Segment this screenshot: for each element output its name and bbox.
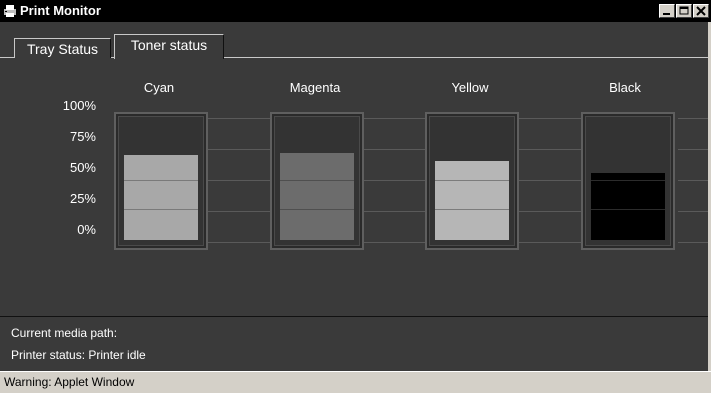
- scale-label-0: 0%: [77, 222, 96, 237]
- minimize-icon: [663, 13, 670, 15]
- toner-segment-line: [124, 209, 198, 210]
- minimize-button[interactable]: [659, 4, 675, 18]
- tab-toner-status[interactable]: Toner status: [114, 34, 224, 59]
- toner-cartridge-black: [581, 112, 675, 250]
- toner-label-black: Black: [609, 80, 641, 95]
- applet-warning-text: Warning: Applet Window: [4, 375, 135, 389]
- applet-warning-bar: Warning: Applet Window: [0, 371, 711, 393]
- toner-cartridge-yellow: [425, 112, 519, 250]
- guide-line: [208, 180, 272, 181]
- guide-line: [519, 149, 583, 150]
- scale-label-75: 75%: [69, 129, 96, 144]
- toner-segment-line: [435, 209, 509, 210]
- toner-segment-line: [280, 180, 354, 181]
- guide-line: [678, 211, 711, 212]
- cartridge-well: [124, 122, 198, 240]
- toner-label-cyan: Cyan: [143, 80, 175, 95]
- guide-line: [678, 180, 711, 181]
- toner-cartridge-cyan: [114, 112, 208, 250]
- toner-label-magenta: Magenta: [289, 80, 341, 95]
- guide-line: [364, 211, 428, 212]
- guide-line: [519, 118, 583, 119]
- toner-cartridge-magenta: [270, 112, 364, 250]
- close-icon: [696, 6, 706, 16]
- toner-level-yellow: [435, 161, 509, 240]
- toner-segment-line: [280, 209, 354, 210]
- status-separator: [0, 316, 711, 317]
- maximize-button[interactable]: [676, 4, 692, 18]
- maximize-icon: [679, 6, 689, 15]
- print-monitor-window: Print Monitor Tray Status Toner status 1…: [0, 0, 711, 393]
- tab-tray-status[interactable]: Tray Status: [14, 38, 111, 58]
- scale-label-25: 25%: [69, 191, 96, 206]
- toner-level-cyan: [124, 155, 198, 240]
- tab-strip: Tray Status Toner status: [0, 22, 711, 59]
- guide-line: [519, 180, 583, 181]
- printer-icon: [3, 4, 17, 18]
- toner-status-panel: 100% 75% 50% 25% 0% Cyan Magenta Yellow …: [14, 58, 711, 316]
- guide-line: [208, 118, 272, 119]
- close-button[interactable]: [693, 4, 709, 18]
- toner-segment-line: [124, 180, 198, 181]
- guide-line: [678, 118, 711, 119]
- window-title: Print Monitor: [20, 3, 101, 18]
- guide-line: [678, 149, 711, 150]
- guide-line: [208, 149, 272, 150]
- toner-label-yellow: Yellow: [451, 80, 489, 95]
- scale-label-100: 100%: [62, 98, 96, 113]
- guide-line: [364, 149, 428, 150]
- guide-line: [208, 242, 272, 243]
- title-bar[interactable]: Print Monitor: [0, 0, 711, 22]
- toner-segment-line: [591, 209, 665, 210]
- cartridge-well: [435, 122, 509, 240]
- guide-line: [364, 180, 428, 181]
- toner-segment-line: [435, 180, 509, 181]
- toner-segment-line: [591, 180, 665, 181]
- cartridge-well: [280, 122, 354, 240]
- guide-line: [519, 211, 583, 212]
- cartridge-well: [591, 122, 665, 240]
- toner-level-black: [591, 173, 665, 240]
- guide-line: [208, 211, 272, 212]
- printer-status-text: Printer status: Printer idle: [11, 348, 146, 362]
- scale-label-50: 50%: [69, 160, 96, 175]
- guide-line: [364, 242, 428, 243]
- toner-level-magenta: [280, 153, 354, 240]
- guide-line: [364, 118, 428, 119]
- guide-line: [678, 242, 711, 243]
- media-path-text: Current media path:: [11, 326, 118, 340]
- guide-line: [519, 242, 583, 243]
